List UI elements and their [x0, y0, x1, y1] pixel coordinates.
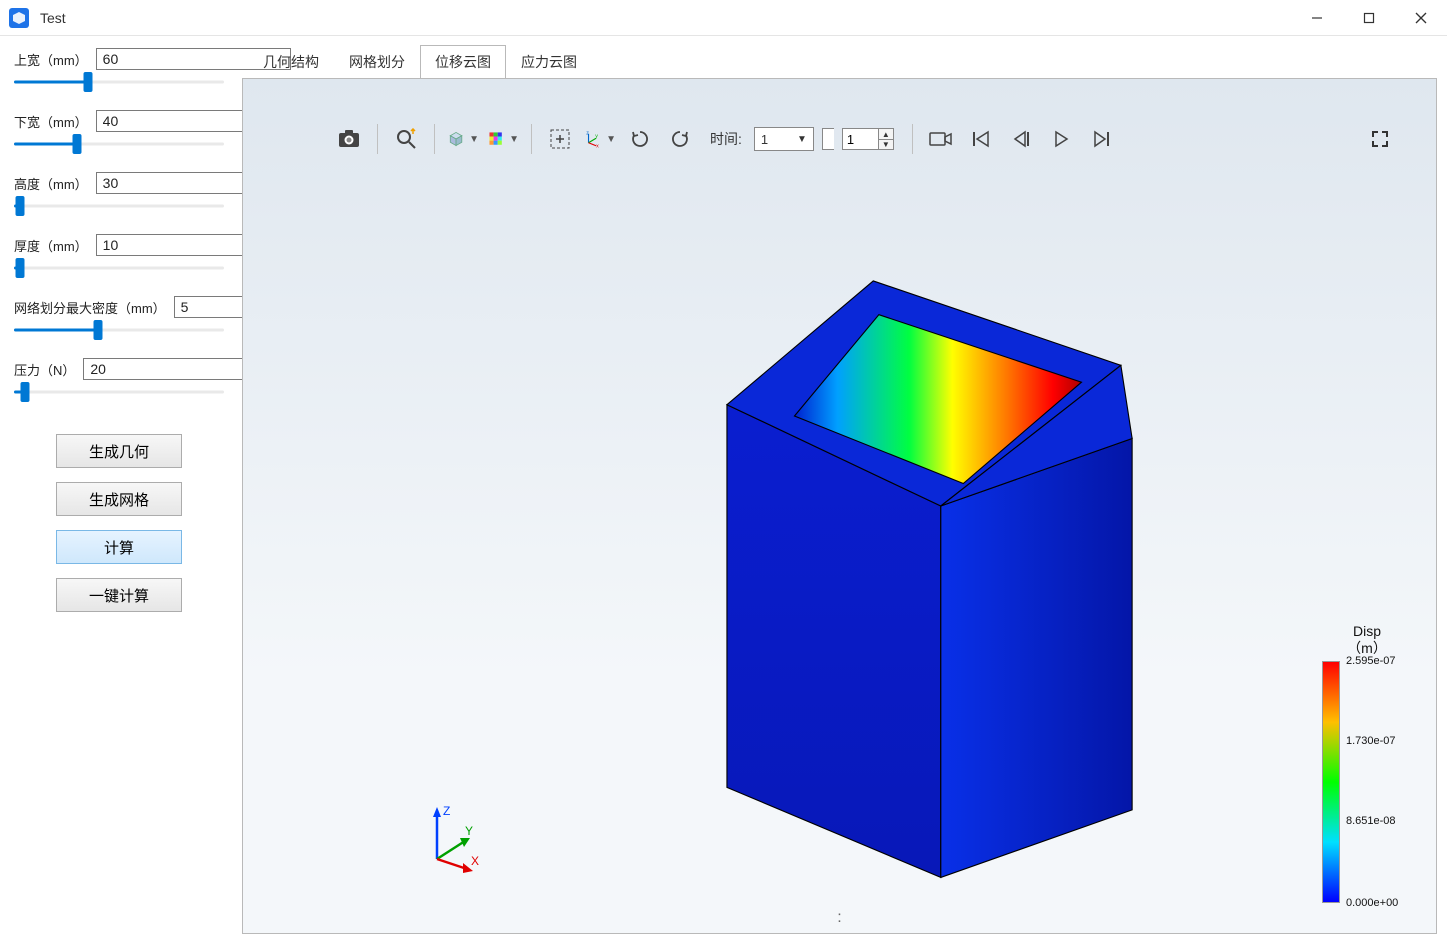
frame-up-icon[interactable]: ▲ [878, 128, 894, 139]
main-area: 几何结构网格划分位移云图应力云图 [236, 36, 1447, 944]
color-legend: Disp （m） 2.595e-07 1.730e-07 8.651e-08 0… [1322, 623, 1412, 903]
param-slider[interactable] [14, 318, 224, 342]
minimize-button[interactable] [1291, 0, 1343, 36]
rotate-ccw-icon[interactable] [624, 123, 656, 155]
param-row: 高度（mm） [14, 172, 224, 218]
legend-ticks: 2.595e-07 1.730e-07 8.651e-08 0.000e+00 [1346, 661, 1412, 903]
tab[interactable]: 几何结构 [248, 45, 334, 79]
svg-text:z: z [586, 130, 589, 136]
next-frame-icon[interactable] [1085, 123, 1117, 155]
generate-geometry-button[interactable]: 生成几何 [56, 434, 182, 468]
tab-bar: 几何结构网格划分位移云图应力云图 [242, 44, 1437, 78]
time-select-value: 1 [761, 132, 768, 147]
color-cube-icon[interactable]: ▼ [487, 123, 519, 155]
param-label: 高度（mm） [14, 174, 88, 193]
tab[interactable]: 网格划分 [334, 45, 420, 79]
viewer: ▼ ▼ zyx ▼ [242, 78, 1437, 934]
time-select[interactable]: 1 ▼ [754, 127, 814, 151]
svg-text:Y: Y [465, 824, 473, 838]
frame-input[interactable] [842, 128, 878, 150]
param-slider[interactable] [14, 380, 224, 404]
one-click-compute-button[interactable]: 一键计算 [56, 578, 182, 612]
viewer-toolbar: ▼ ▼ zyx ▼ [333, 119, 1396, 159]
legend-bar [1322, 661, 1340, 903]
param-row: 上宽（mm） [14, 48, 224, 94]
param-slider[interactable] [14, 70, 224, 94]
param-label: 下宽（mm） [14, 112, 88, 131]
param-label: 压力（N） [14, 360, 75, 379]
param-label: 网络划分最大密度（mm） [14, 298, 166, 317]
time-label: 时间: [710, 129, 742, 149]
expand-icon[interactable] [1364, 123, 1396, 155]
parameters-panel: 上宽（mm） 下宽（mm） 高度（mm） 厚度（mm） [0, 36, 236, 944]
param-row: 网络划分最大密度（mm） [14, 296, 224, 342]
axis-triad: Z Y X [423, 803, 483, 873]
tab[interactable]: 应力云图 [506, 45, 592, 79]
param-row: 压力（N） [14, 358, 224, 404]
frame-down-icon[interactable]: ▼ [878, 139, 894, 150]
param-label: 上宽（mm） [14, 50, 88, 69]
maximize-button[interactable] [1343, 0, 1395, 36]
screenshot-icon[interactable] [333, 123, 365, 155]
camera-icon[interactable] [925, 123, 957, 155]
first-frame-icon[interactable] [965, 123, 997, 155]
legend-title: Disp （m） [1347, 623, 1387, 657]
generate-mesh-button[interactable]: 生成网格 [56, 482, 182, 516]
title-bar: Test [0, 0, 1447, 36]
tab[interactable]: 位移云图 [420, 45, 506, 79]
compute-button[interactable]: 计算 [56, 530, 182, 564]
param-label: 厚度（mm） [14, 236, 88, 255]
prev-frame-icon[interactable] [1005, 123, 1037, 155]
svg-text:y: y [595, 133, 598, 139]
footer-marker: : [837, 909, 841, 927]
play-icon[interactable] [1045, 123, 1077, 155]
rotate-cw-icon[interactable] [664, 123, 696, 155]
fit-view-icon[interactable] [544, 123, 576, 155]
param-slider[interactable] [14, 132, 224, 156]
svg-text:Z: Z [443, 804, 450, 818]
param-row: 厚度（mm） [14, 234, 224, 280]
param-slider[interactable] [14, 256, 224, 280]
close-button[interactable] [1395, 0, 1447, 36]
window-controls [1291, 0, 1447, 36]
svg-text:X: X [471, 854, 479, 868]
zoom-auto-icon[interactable] [390, 123, 422, 155]
param-row: 下宽（mm） [14, 110, 224, 156]
render-canvas[interactable] [243, 79, 1436, 933]
window-title: Test [40, 10, 66, 26]
app-icon [8, 7, 30, 29]
svg-text:x: x [596, 143, 599, 149]
axis-orientation-icon[interactable]: zyx ▼ [584, 123, 616, 155]
display-mode-icon[interactable]: ▼ [447, 123, 479, 155]
param-slider[interactable] [14, 194, 224, 218]
frame-spinner[interactable]: ▲ ▼ [842, 128, 894, 150]
frame-prefix-box [822, 128, 834, 150]
